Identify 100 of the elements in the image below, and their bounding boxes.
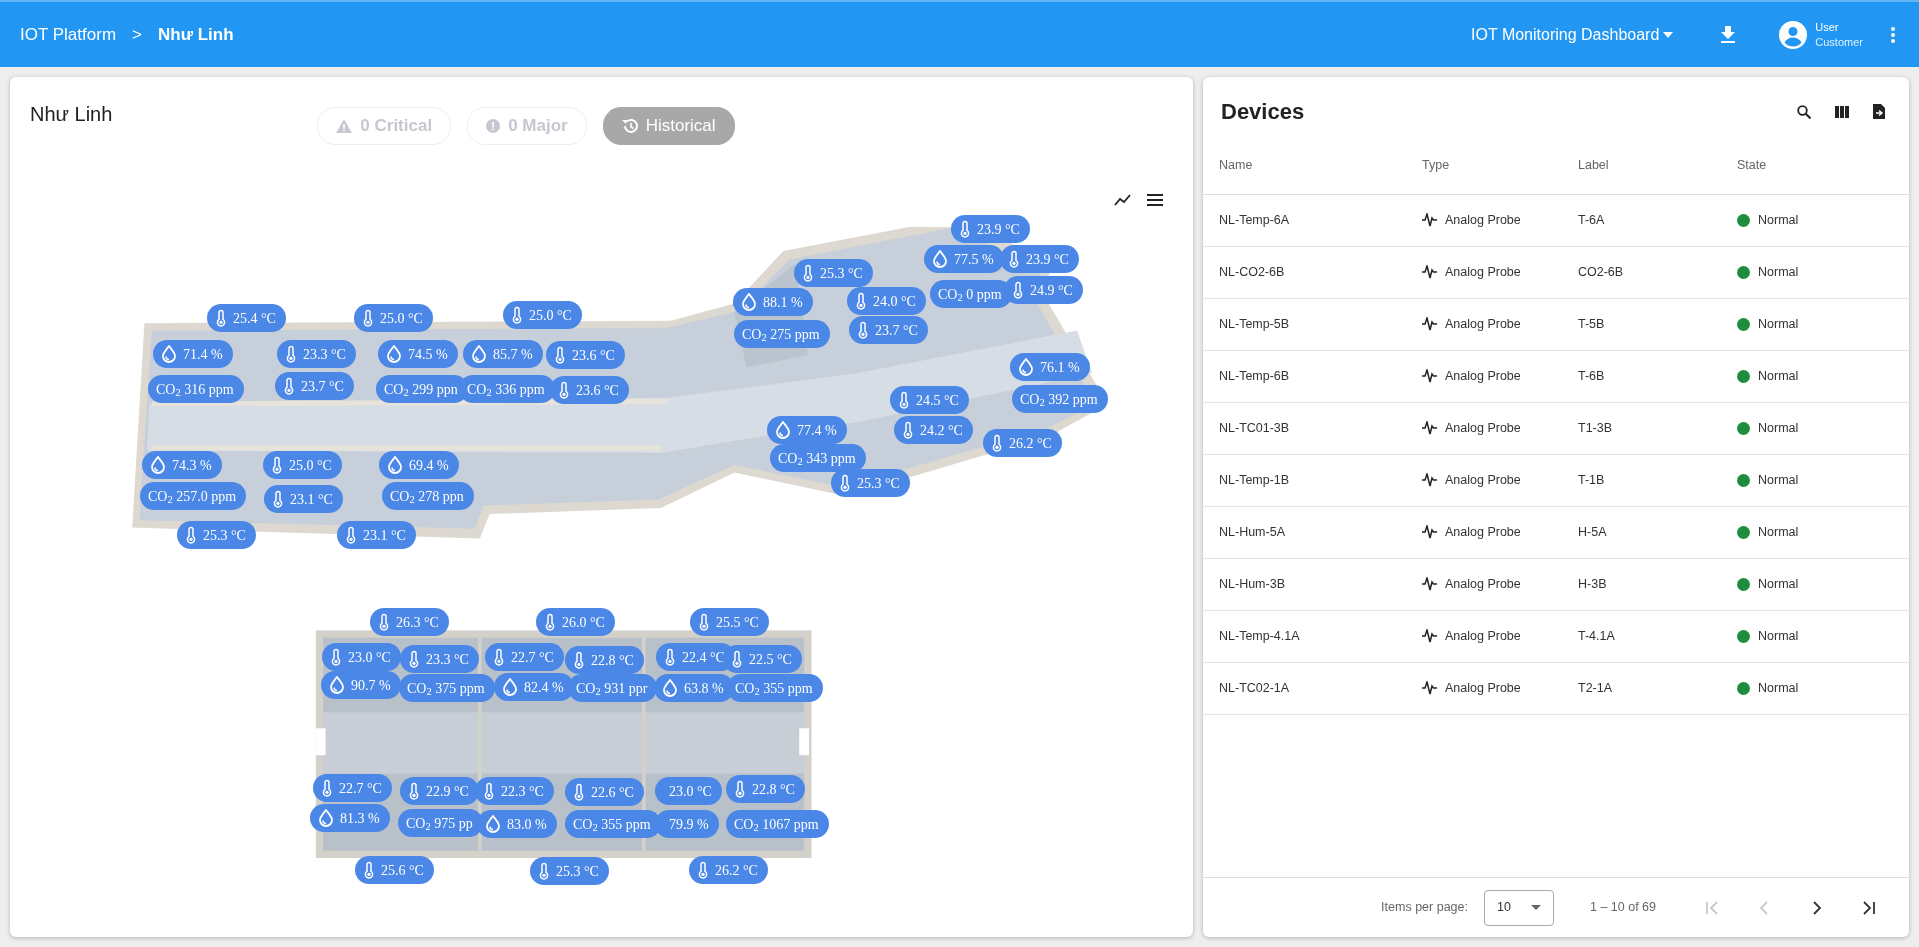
thermometer-icon (285, 345, 297, 363)
column-header[interactable]: Label (1562, 138, 1721, 194)
sensor-reading: 23.9 °C (1026, 250, 1069, 269)
sensor-reading: 26.3 °C (396, 613, 439, 632)
device-row[interactable]: NL-Hum-3B Analog Probe H-3B Normal (1203, 558, 1909, 610)
table-cell: T2-1A (1562, 662, 1721, 714)
page-size-select[interactable]: 10 (1483, 889, 1554, 926)
thermometer-icon (283, 377, 295, 395)
sensor-reading: 24.9 °C (1030, 281, 1073, 300)
table-cell-text: Normal (1758, 419, 1799, 437)
column-header[interactable]: Type (1406, 138, 1562, 194)
table-cell: NL-CO2-6B (1203, 246, 1406, 298)
table-cell-text: Normal (1758, 627, 1799, 645)
device-row[interactable]: NL-Temp-4.1A Analog Probe T-4.1A Normal (1203, 610, 1909, 662)
device-row[interactable]: NL-TC01-3B Analog Probe T1-3B Normal (1203, 402, 1909, 454)
drop-icon (318, 809, 334, 827)
sensor-reading: CO$_{2}$ 278 ppn (390, 487, 464, 507)
thermometer-icon (408, 650, 420, 668)
sensor-reading: 25.0 °C (380, 309, 423, 328)
column-header[interactable]: Name (1203, 138, 1406, 194)
sensor-reading: 25.4 °C (233, 309, 276, 328)
sensor-reading: 22.9 °C (426, 782, 469, 801)
devices-title: Devices (1221, 98, 1305, 126)
device-row[interactable]: NL-Temp-6B Analog Probe T-6B Normal (1203, 350, 1909, 402)
sensor-reading: 25.3 °C (556, 862, 599, 881)
sensor-reading: CO$_{2}$ 257.0 ppm (148, 487, 237, 507)
sensor-reading: 25.3 °C (203, 526, 246, 545)
pulse-icon (1422, 629, 1437, 643)
device-row[interactable]: NL-TC02-1A Analog Probe T2-1A Normal (1203, 662, 1909, 714)
table-cell: T-5B (1562, 298, 1721, 350)
sensor-reading: 22.7 °C (511, 648, 554, 667)
thermometer-icon (271, 456, 283, 474)
sensor-reading: 23.3 °C (426, 650, 469, 669)
device-row[interactable]: NL-Temp-1B Analog Probe T-1B Normal (1203, 454, 1909, 506)
sensor-reading: 79.9 % (669, 815, 709, 834)
sensor-reading: 23.1 °C (290, 490, 333, 509)
thermometer-icon (558, 381, 570, 399)
thermometer-icon (664, 648, 676, 666)
sensor-reading: CO$_{2}$ 0 ppm (938, 285, 1002, 305)
drop-icon (775, 421, 791, 439)
thermometer-icon (573, 783, 585, 801)
table-cell-text: Normal (1758, 211, 1799, 229)
sensor-reading: 23.7 °C (875, 321, 918, 340)
thermometer-icon (493, 648, 505, 666)
table-cell: T1-3B (1562, 402, 1721, 454)
thermometer-icon (898, 391, 910, 409)
table-cell-text: Analog Probe (1445, 367, 1521, 385)
device-row[interactable]: NL-Hum-5A Analog Probe H-5A Normal (1203, 506, 1909, 558)
sensor-reading: 22.7 °C (339, 779, 382, 798)
pulse-icon (1422, 265, 1437, 279)
sensor-reading: 22.4 °C (682, 648, 725, 667)
table-cell-text: Normal (1758, 523, 1799, 541)
sensor-reading: 23.0 °C (348, 648, 391, 667)
device-row[interactable]: NL-Temp-5B Analog Probe T-5B Normal (1203, 298, 1909, 350)
sensor-reading: 22.5 °C (749, 650, 792, 669)
drop-icon (485, 815, 501, 833)
page-range: 1 – 10 of 69 (1589, 899, 1656, 917)
device-row[interactable]: NL-CO2-6B Analog Probe CO2-6B Normal (1203, 246, 1909, 298)
chevron-icon (1705, 899, 1721, 916)
sensor-reading: 74.5 % (408, 345, 448, 364)
sensor-reading: 77.5 % (954, 250, 994, 269)
sensor-reading: CO$_{2}$ 355 ppm (735, 679, 813, 699)
sensor-reading: 23.1 °C (363, 526, 406, 545)
sensor-reading: CO$_{2}$ 1067 ppm (734, 815, 819, 835)
status-dot (1737, 265, 1750, 279)
table-cell: H-5A (1562, 506, 1721, 558)
table-cell-text: Analog Probe (1445, 315, 1521, 333)
thermometer-icon (731, 650, 743, 668)
drop-icon (932, 250, 948, 268)
sensor-reading: 82.4 % (524, 678, 564, 697)
sensor-reading: CO$_{2}$ 275 ppm (742, 325, 820, 345)
sensor-reading: 22.8 °C (591, 651, 634, 670)
line-chart-icon (1114, 194, 1131, 206)
pulse-icon (1422, 525, 1437, 539)
table-cell-text: Analog Probe (1445, 263, 1521, 281)
map-title: Như Linh (30, 102, 113, 127)
items-per-page-label: Items per page: (1381, 899, 1468, 917)
table-cell-text: Normal (1758, 679, 1799, 697)
sensor-reading: 63.8 % (684, 679, 724, 698)
table-cell: T-1B (1562, 454, 1721, 506)
sensor-reading: CO$_{2}$ 336 ppm (467, 380, 545, 400)
sensor-reading: 24.0 °C (873, 292, 916, 311)
sensor-reading: 23.7 °C (301, 377, 344, 396)
table-cell: T-4.1A (1562, 610, 1721, 662)
device-row[interactable]: NL-Temp-6A Analog Probe T-6A Normal (1203, 194, 1909, 246)
status-dot (1737, 525, 1750, 539)
drop-icon (387, 456, 403, 474)
sensor-reading: CO$_{2}$ 343 ppm (778, 449, 856, 469)
table-cell: CO2-6B (1562, 246, 1721, 298)
thermometer-icon (855, 292, 867, 310)
sensor-reading: 71.4 % (183, 345, 223, 364)
status-dot (1737, 629, 1750, 643)
sensor-reading: 74.3 % (172, 456, 212, 475)
table-cell-text: Analog Probe (1445, 471, 1521, 489)
column-header[interactable]: State (1721, 138, 1909, 194)
menu-icon (1147, 194, 1163, 206)
caret-icon (1530, 905, 1541, 910)
table-cell: NL-Hum-3B (1203, 558, 1406, 610)
table-cell: NL-Temp-6B (1203, 350, 1406, 402)
pulse-icon (1422, 369, 1437, 383)
